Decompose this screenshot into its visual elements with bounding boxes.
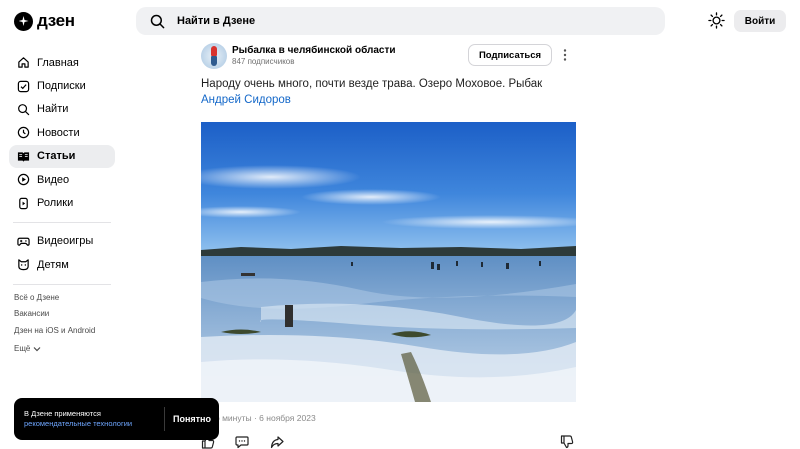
sidebar-divider (13, 283, 111, 285)
home-icon (18, 57, 29, 68)
sidebar-item-subscriptions[interactable]: Подписки (9, 74, 115, 97)
sidebar-item-kids[interactable]: Детям (9, 253, 115, 276)
sidebar-item-label: Подписки (37, 80, 86, 93)
sidebar-footer-links: Всё о Дзене Вакансии Дзен на iOS и Andro… (14, 292, 95, 357)
sidebar-item-label: Видео (37, 173, 70, 186)
post-text: Народу очень много, почти везде трава. О… (201, 76, 576, 108)
post-photo[interactable] (201, 122, 576, 402)
fishing-float-icon (211, 46, 217, 56)
chevron-down-icon (33, 347, 41, 352)
author-link[interactable]: Андрей Сидоров (201, 94, 291, 106)
footer-link-jobs[interactable]: Вакансии (14, 308, 95, 324)
post-card: Рыбалка в челябинской области 847 подпис… (201, 42, 576, 449)
post-body: Народу очень много, почти везде трава. О… (201, 78, 543, 90)
sidebar-item-label: Новости (37, 126, 80, 139)
footer-link-apps[interactable]: Дзен на iOS и Android (14, 325, 95, 341)
share-icon[interactable] (270, 435, 284, 449)
toast-divider (164, 407, 165, 431)
channel-avatar[interactable] (201, 43, 227, 69)
dzen-logo[interactable]: дзен (14, 11, 75, 31)
subscriber-count: 847 подписчиков (232, 57, 295, 66)
shorts-icon (19, 197, 28, 209)
sidebar-item-articles[interactable]: Статьи (9, 144, 115, 168)
sidebar-item-label: Детям (37, 258, 69, 271)
footer-more-label: Ещё (14, 344, 31, 354)
recommendation-toast: В Дзене применяются рекомендательные тех… (14, 398, 219, 440)
channel-name[interactable]: Рыбалка в челябинской области (232, 45, 396, 56)
search-input[interactable]: Найти в Дзене (136, 7, 665, 35)
search-icon (150, 14, 165, 28)
comment-icon[interactable] (235, 435, 249, 449)
sidebar-item-shorts[interactable]: Ролики (9, 191, 115, 214)
sidebar-item-label: Видеоигры (37, 235, 94, 248)
sidebar-item-label: Ролики (37, 197, 74, 210)
toast-link[interactable]: рекомендательные технологии (24, 419, 132, 428)
toast-text: В Дзене применяются (24, 409, 101, 418)
sidebar-item-search[interactable]: Найти (9, 98, 115, 121)
kids-icon (18, 259, 29, 271)
sidebar-item-label: Найти (37, 103, 69, 116)
top-header: дзен Найти в Дзене Войти (0, 0, 800, 42)
sidebar-item-video[interactable]: Видео (9, 168, 115, 191)
video-icon (17, 173, 30, 186)
fishing-float-base (211, 56, 217, 66)
sidebar: Главная Подписки Найти Новости Статьи Ви… (9, 51, 115, 292)
footer-link-about[interactable]: Всё о Дзене (14, 292, 95, 308)
post-meta: о минуты · 6 ноября 2023 (215, 413, 316, 423)
footer-more-toggle[interactable]: Ещё (14, 341, 95, 357)
sidebar-item-label: Статьи (37, 150, 76, 163)
sidebar-divider (13, 221, 111, 223)
dislike-icon[interactable] (560, 435, 574, 449)
subscribe-button[interactable]: Подписаться (468, 44, 552, 66)
subscriptions-icon (17, 80, 30, 92)
gamepad-icon (17, 237, 30, 246)
search-placeholder: Найти в Дзене (177, 15, 256, 27)
sidebar-item-news[interactable]: Новости (9, 121, 115, 144)
login-button[interactable]: Войти (734, 10, 786, 32)
dzen-logo-mark-icon (14, 11, 33, 31)
articles-icon (17, 152, 30, 162)
sidebar-item-videogames[interactable]: Видеоигры (9, 230, 115, 253)
channel-row: Рыбалка в челябинской области 847 подпис… (201, 42, 576, 69)
search-icon (18, 104, 30, 116)
post-actions (201, 435, 576, 449)
sidebar-item-home[interactable]: Главная (9, 51, 115, 74)
news-icon (17, 127, 30, 139)
frozen-lake-image (201, 122, 576, 402)
logo-text: дзен (37, 11, 75, 30)
toast-accept-button[interactable]: Понятно (169, 408, 215, 430)
sidebar-item-label: Главная (37, 56, 79, 69)
sun-icon[interactable] (708, 12, 725, 29)
more-options-icon[interactable] (559, 48, 571, 62)
